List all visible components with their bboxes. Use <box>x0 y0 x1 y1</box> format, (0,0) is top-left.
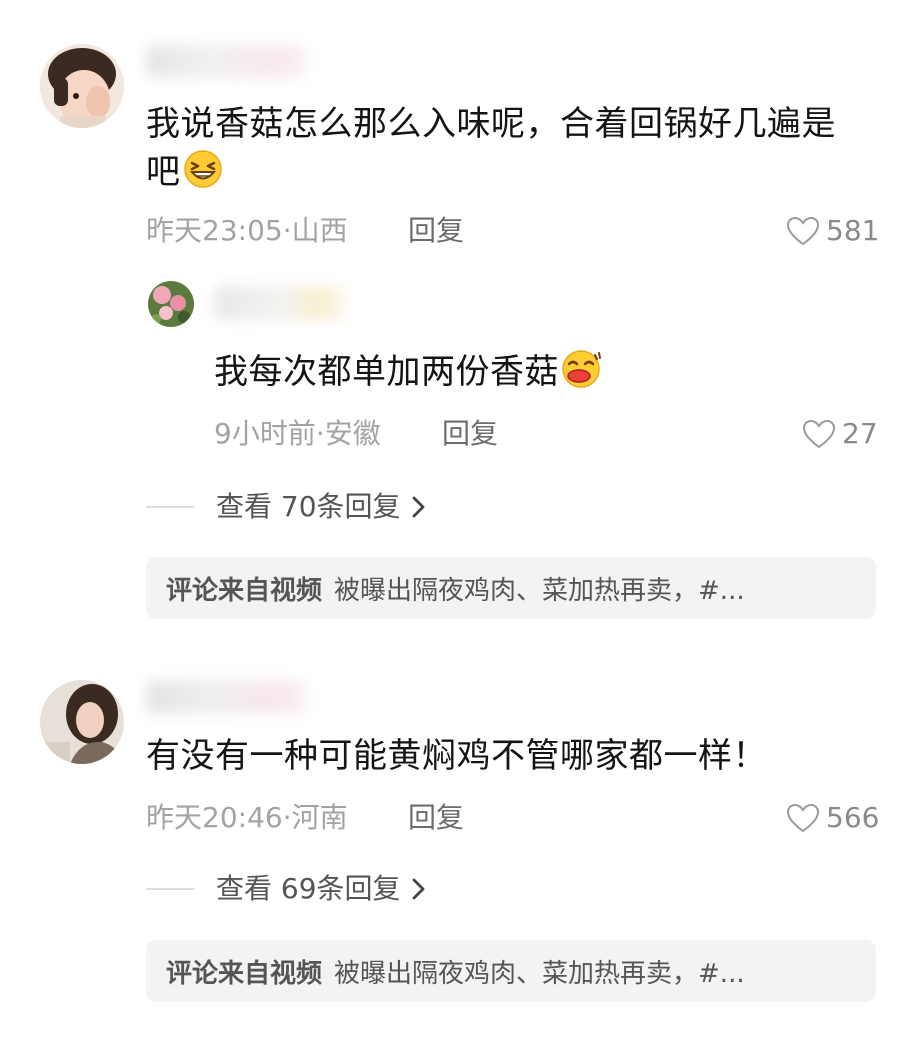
avatar-image <box>148 281 194 327</box>
reply-like-count: 27 <box>842 417 878 450</box>
avatar[interactable] <box>40 680 124 764</box>
reply-reply-button[interactable]: 回复 <box>442 414 498 454</box>
source-video-title: 被曝出隔夜鸡肉、菜加热再卖，#... <box>334 958 745 989</box>
video-source-link[interactable]: 评论来自视频 被曝出隔夜鸡肉、菜加热再卖，#... <box>146 557 876 619</box>
username-blurred[interactable] <box>146 680 306 714</box>
reply-avatar[interactable] <box>148 281 194 327</box>
heart-icon <box>786 803 820 833</box>
source-label: 评论来自视频 <box>166 575 323 606</box>
like-count: 581 <box>826 214 880 247</box>
comment-time-location: 昨天20:46·河南 <box>146 801 348 834</box>
drooling-emoji-icon <box>561 349 603 404</box>
comment-text-line-1: 我说香菇怎么那么入味呢，合着回锅好几遍是 <box>146 104 836 144</box>
heart-icon <box>802 419 836 449</box>
chevron-right-icon <box>412 878 424 900</box>
chevron-right-icon <box>412 496 424 518</box>
reply-like-button[interactable]: 27 <box>802 414 878 454</box>
like-count: 566 <box>826 801 880 834</box>
video-source-link[interactable]: 评论来自视频 被曝出隔夜鸡肉、菜加热再卖，#... <box>146 940 876 1002</box>
divider-dash <box>146 506 194 508</box>
username-blurred[interactable] <box>146 44 306 78</box>
reply-text-content: 我每次都单加两份香菇 <box>214 352 559 392</box>
view-replies-button[interactable]: 查看 70条回复 <box>146 487 427 527</box>
divider-dash <box>146 888 194 890</box>
avatar[interactable] <box>40 44 124 128</box>
reply-time-location: 9小时前·安徽 <box>214 417 381 450</box>
source-label: 评论来自视频 <box>166 958 323 989</box>
avatar-image <box>40 44 124 128</box>
avatar-image <box>40 680 124 764</box>
reply-button[interactable]: 回复 <box>408 798 464 838</box>
reply-button[interactable]: 回复 <box>408 211 464 251</box>
comment-text-line-2: 吧 <box>146 146 223 204</box>
view-replies-button[interactable]: 查看 69条回复 <box>146 869 427 909</box>
laughing-squint-emoji-icon <box>183 149 223 204</box>
comment-time-location: 昨天23:05·山西 <box>146 214 348 247</box>
comment-text-line-1: 有没有一种可能黄焖鸡不管哪家都一样！ <box>146 736 767 776</box>
reply-text: 我每次都单加两份香菇 <box>214 346 603 404</box>
source-video-title: 被曝出隔夜鸡肉、菜加热再卖，#... <box>334 575 745 606</box>
comment-text-line-2-content: 吧 <box>146 152 181 192</box>
reply-username-blurred[interactable] <box>214 286 344 320</box>
like-button[interactable]: 581 <box>786 211 879 251</box>
view-replies-label: 查看 69条回复 <box>216 872 401 905</box>
heart-icon <box>786 216 820 246</box>
view-replies-label: 查看 70条回复 <box>216 490 401 523</box>
like-button[interactable]: 566 <box>786 798 879 838</box>
